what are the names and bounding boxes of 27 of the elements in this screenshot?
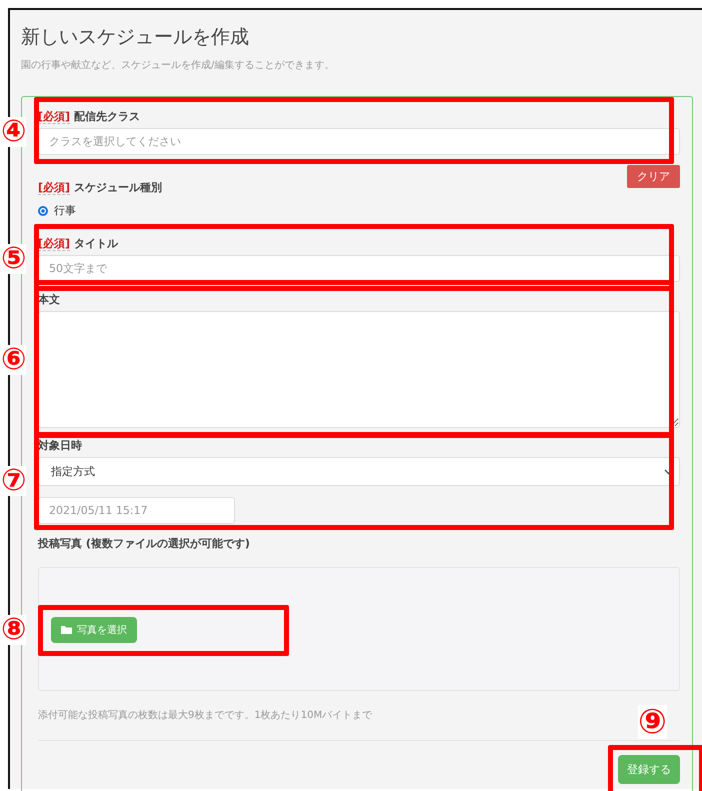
annotation-number: ⑦	[1, 466, 26, 496]
field-label: スケジュール種別	[74, 181, 162, 194]
annotation-number: ⑨	[638, 705, 667, 739]
field-label: 対象日時	[38, 439, 82, 452]
required-tag: [必須]	[38, 110, 70, 124]
register-button[interactable]: 登録する	[618, 755, 680, 784]
annotation-number: ⑥	[1, 345, 26, 375]
clear-button[interactable]: クリア	[627, 165, 680, 188]
required-tag: [必須]	[38, 237, 70, 251]
field-label: 配信先クラス	[74, 110, 140, 123]
field-label: 投稿写真 (複数ファイルの選択が可能です)	[38, 537, 250, 550]
required-tag: [必須]	[38, 181, 70, 195]
folder-icon	[61, 625, 73, 635]
radio-label: 行事	[54, 203, 76, 218]
class-select-field[interactable]: クラスを選択してください	[38, 128, 680, 155]
annotation-number: ④	[1, 117, 26, 147]
mode-select[interactable]: 指定方式	[38, 457, 680, 486]
annotation-number: ⑧	[1, 615, 26, 645]
radio-button[interactable]	[38, 206, 48, 216]
field-label: 本文	[38, 293, 60, 306]
title-field[interactable]: 50文字まで	[38, 255, 680, 282]
select-photo-button[interactable]: 写真を選択	[51, 617, 137, 643]
date-field[interactable]: 2021/05/11 15:17	[38, 497, 235, 524]
page-title: 新しいスケジュールを作成	[21, 25, 250, 50]
field-label: タイトル	[74, 237, 118, 250]
annotation-number: ⑤	[1, 244, 26, 274]
page-subtitle: 園の行事や献立など、スケジュールを作成/編集することができます。	[21, 58, 336, 72]
